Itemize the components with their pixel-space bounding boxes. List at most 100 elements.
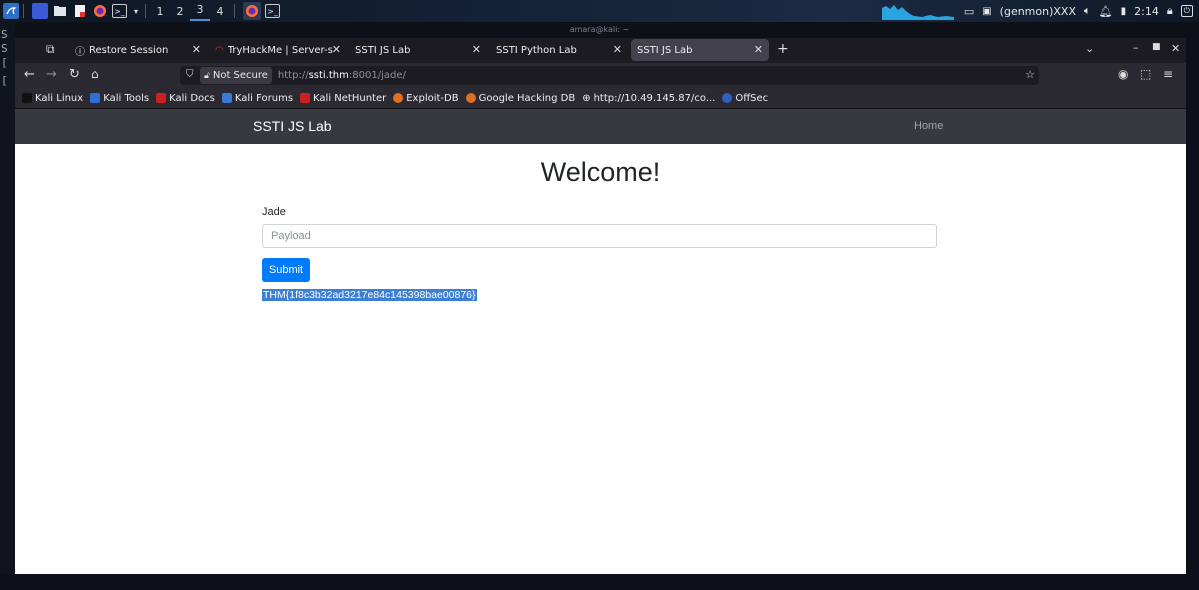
desktop-icon[interactable] <box>32 3 48 19</box>
terminal-text: [ <box>1 56 8 69</box>
not-secure-label: Not Secure <box>212 70 268 81</box>
tab-overview-icon[interactable]: ⧉ <box>46 42 55 57</box>
bookmark-kali-tools[interactable]: Kali Tools <box>90 93 149 104</box>
url-text[interactable]: http://ssti.thm:8001/jade/ <box>278 70 406 81</box>
nav-home-link[interactable]: Home <box>914 120 943 132</box>
bookmark-star-icon[interactable]: ☆ <box>1025 68 1035 81</box>
bookmark-offsec[interactable]: OffSec <box>722 93 768 104</box>
tab-tryhackme[interactable]: ◠ TryHackMe | Server-side Te ✕ <box>209 39 347 61</box>
bookmark-exploit-db[interactable]: Exploit-DB <box>393 92 459 104</box>
payload-input[interactable] <box>262 224 937 248</box>
lock-icon[interactable]: 🔒︎ <box>1167 4 1173 18</box>
home-icon[interactable]: ⌂ <box>91 67 99 81</box>
web-page: SSTI JS Lab Home Welcome! Jade Submit TH… <box>15 109 1186 574</box>
info-icon: ⓘ <box>75 46 85 58</box>
taskbar: >_ ▾ 1 2 3 4 >_ ▭ ▣ (genmon)XXX 🔈︎ 🔔︎ ▮ … <box>0 0 1199 22</box>
firefox-icon[interactable] <box>92 3 108 19</box>
tab-ssti-js-lab[interactable]: SSTI JS Lab ✕ <box>349 39 487 61</box>
kali-linux-icon <box>22 93 32 103</box>
result-flag: THM{1f8c3b32ad3217e84c145398bae00876} <box>262 289 477 301</box>
volume-icon[interactable]: 🔈︎ <box>1084 4 1091 18</box>
account-icon[interactable]: ◉ <box>1118 67 1128 81</box>
clock[interactable]: 2:14 <box>1134 5 1159 18</box>
tab-ssti-python-lab[interactable]: SSTI Python Lab ✕ <box>490 39 628 61</box>
ghdb-icon <box>465 93 476 103</box>
tab-label: SSTI Python Lab <box>496 44 577 56</box>
tab-label: SSTI JS Lab <box>355 44 411 56</box>
site-brand[interactable]: SSTI JS Lab <box>253 118 332 134</box>
bookmark-label: http://10.49.145.87/co... <box>593 92 716 104</box>
terminal-text: S <box>1 42 8 55</box>
window-title: amara@kali: ~ <box>0 22 1199 38</box>
site-navbar: SSTI JS Lab Home <box>15 109 1186 144</box>
close-icon[interactable]: ✕ <box>332 43 341 56</box>
tab-bar: ⧉ ⓘ Restore Session ✕ ◠ TryHackMe | Serv… <box>15 38 1186 62</box>
page-title: Welcome! <box>540 157 661 187</box>
bookmark-google-hacking-db[interactable]: Google Hacking DB <box>465 93 575 104</box>
tab-ssti-js-lab-active[interactable]: SSTI JS Lab ✕ <box>631 39 769 61</box>
extensions-icon[interactable]: ⬚ <box>1140 67 1151 81</box>
reload-icon[interactable]: ↻ <box>69 67 80 82</box>
terminal-icon[interactable]: >_ <box>112 4 127 18</box>
menu-icon[interactable]: ≡ <box>1163 67 1173 81</box>
close-icon[interactable]: ✕ <box>472 43 481 56</box>
notification-bell-icon[interactable]: 🔔︎ <box>1099 5 1113 18</box>
new-tab-button[interactable]: + <box>777 41 789 57</box>
back-arrow-icon[interactable]: ← <box>24 67 35 82</box>
tab-label: SSTI JS Lab <box>637 44 693 56</box>
shield-icon[interactable]: ⛉ <box>186 69 194 80</box>
bookmark-label: Kali Forums <box>234 92 294 104</box>
power-icon[interactable]: ⏻ <box>1180 5 1193 17</box>
display-icon[interactable]: ▭ <box>964 5 974 18</box>
offsec-icon <box>722 93 733 103</box>
close-icon[interactable]: ✕ <box>192 43 201 56</box>
bookmark-label: Exploit-DB <box>406 92 459 104</box>
workspace-3[interactable]: 3 <box>190 1 210 21</box>
taskbar-separator <box>234 4 235 18</box>
navigation-toolbar: ← → ↻ ⌂ ⛉ 🔓︎ Not Secure http://ssti.thm:… <box>15 63 1186 88</box>
genmon-label[interactable]: (genmon)XXX <box>1000 5 1076 18</box>
list-tabs-icon[interactable]: ⌄ <box>1085 42 1094 55</box>
tab-label: TryHackMe | Server-side Te <box>227 44 333 56</box>
close-icon[interactable]: ✕ <box>754 43 763 56</box>
text-editor-icon[interactable] <box>72 3 88 19</box>
battery-icon[interactable]: ▮ <box>1121 6 1127 17</box>
exploit-db-icon <box>393 93 404 103</box>
cpu-graph <box>882 5 954 20</box>
bookmark-label: Kali Tools <box>103 92 150 104</box>
chevron-down-icon[interactable]: ▾ <box>131 3 141 19</box>
bookmark-kali-nethunter[interactable]: Kali NetHunter <box>300 93 386 104</box>
security-indicator[interactable]: 🔓︎ Not Secure <box>200 67 272 84</box>
kali-tools-icon <box>90 93 101 103</box>
globe-icon: ⊕ <box>582 92 591 104</box>
workspace-4[interactable]: 4 <box>210 5 230 18</box>
bookmark-kali-forums[interactable]: Kali Forums <box>221 92 294 104</box>
bookmark-kali-linux[interactable]: Kali Linux <box>22 93 83 104</box>
terminal-edge: S S [ [ <box>0 22 15 590</box>
workspace-1[interactable]: 1 <box>150 5 170 18</box>
firefox-window-icon[interactable] <box>243 2 261 20</box>
bookmark-ip-address[interactable]: ⊕ http://10.49.145.87/co... <box>582 93 715 104</box>
address-bar[interactable]: ⛉ 🔓︎ Not Secure http://ssti.thm:8001/jad… <box>180 66 1039 85</box>
taskbar-separator <box>23 4 24 18</box>
file-manager-icon[interactable] <box>52 3 68 19</box>
close-window-icon[interactable]: ✕ <box>1171 42 1180 55</box>
terminal-text: [ <box>1 74 8 87</box>
bookmarks-toolbar: Kali Linux Kali Tools Kali Docs Kali For… <box>15 88 1186 109</box>
url-prefix: http:// <box>277 70 309 81</box>
tab-label: Restore Session <box>89 44 169 56</box>
maximize-icon[interactable]: ■ <box>1152 42 1161 52</box>
workspace-2[interactable]: 2 <box>170 5 190 18</box>
tab-restore-session[interactable]: ⓘ Restore Session ✕ <box>69 39 207 61</box>
submit-button[interactable]: Submit <box>262 258 310 282</box>
kali-menu-icon[interactable] <box>3 3 19 19</box>
bookmark-label: OffSec <box>735 92 769 104</box>
kali-nethunter-icon <box>300 93 311 103</box>
close-icon[interactable]: ✕ <box>613 43 622 56</box>
jade-label: Jade <box>262 206 286 218</box>
bookmark-kali-docs[interactable]: Kali Docs <box>156 93 215 104</box>
minimize-icon[interactable]: – <box>1133 41 1139 54</box>
thm-icon: ◠ <box>215 44 224 56</box>
forward-arrow-icon[interactable]: → <box>46 67 57 82</box>
terminal-window-icon[interactable]: >_ <box>265 4 280 18</box>
